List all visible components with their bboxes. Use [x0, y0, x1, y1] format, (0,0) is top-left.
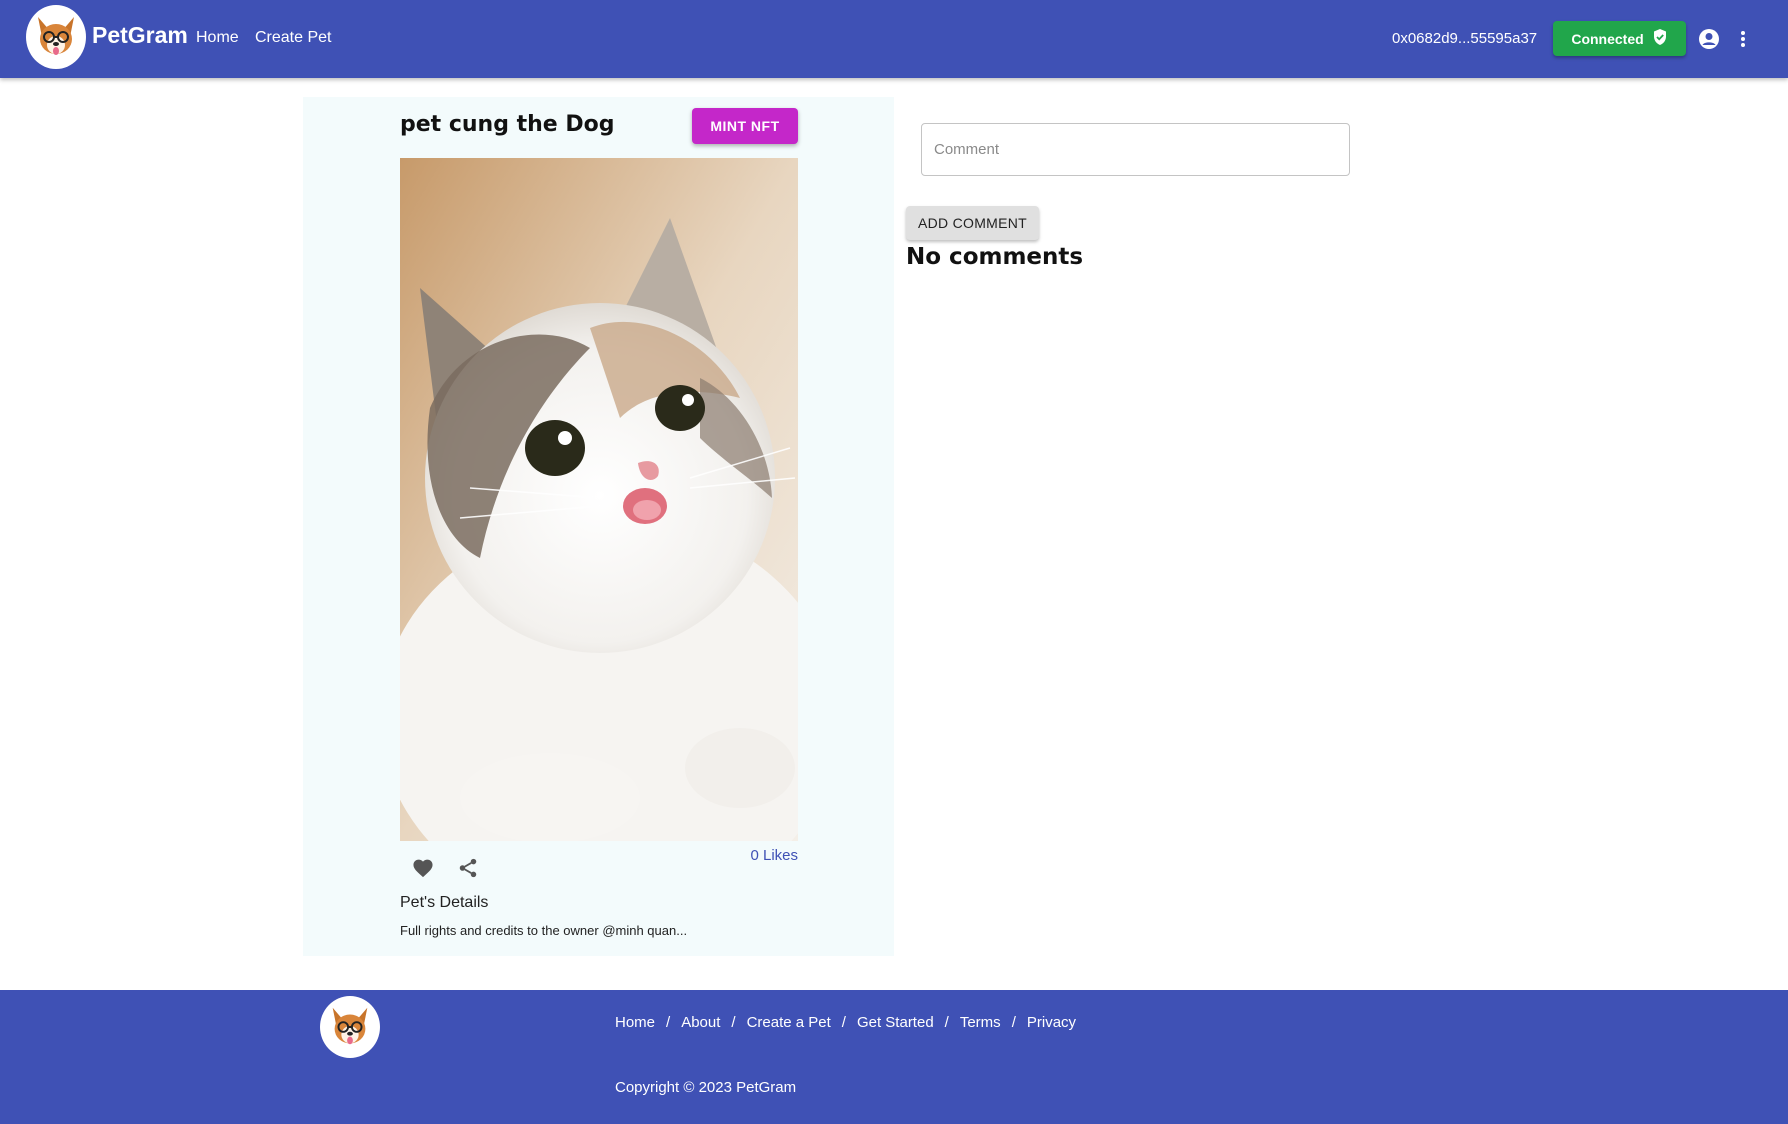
mint-nft-button[interactable]: MINT NFT: [692, 108, 798, 144]
footer-link-get-started[interactable]: Get Started: [857, 1014, 934, 1031]
share-icon[interactable]: [455, 856, 481, 880]
app-footer: [0, 990, 1788, 1124]
add-comment-button[interactable]: ADD COMMENT: [906, 206, 1039, 240]
more-vert-icon[interactable]: [1731, 26, 1755, 52]
footer-links: Home / About / Create a Pet / Get Starte…: [615, 1014, 1076, 1031]
pet-details-title: Pet's Details: [400, 894, 489, 911]
pet-details-text: Full rights and credits to the owner @mi…: [400, 923, 688, 938]
heart-icon[interactable]: [410, 856, 436, 880]
copyright-text: Copyright © 2023 PetGram: [615, 1079, 797, 1096]
app-header: PetGram Home Create Pet 0x0682d9...55595…: [0, 0, 1788, 78]
footer-separator: /: [944, 1014, 949, 1031]
footer-separator: /: [1011, 1014, 1016, 1031]
brand-name[interactable]: PetGram: [92, 22, 188, 49]
connected-button[interactable]: Connected: [1553, 21, 1686, 56]
wallet-address: 0x0682d9...55595a37: [1392, 30, 1538, 47]
footer-link-home[interactable]: Home: [615, 1014, 655, 1031]
footer-link-terms[interactable]: Terms: [960, 1014, 1001, 1031]
footer-petgram-logo-icon[interactable]: [320, 996, 380, 1058]
petgram-logo-icon[interactable]: [26, 5, 86, 69]
nav-create-pet[interactable]: Create Pet: [255, 29, 331, 47]
comment-input[interactable]: [921, 123, 1350, 176]
footer-separator: /: [731, 1014, 736, 1031]
footer-link-create-pet[interactable]: Create a Pet: [747, 1014, 831, 1031]
likes-count: 0 Likes: [750, 847, 798, 864]
connected-label: Connected: [1571, 30, 1644, 47]
footer-link-about[interactable]: About: [681, 1014, 720, 1031]
pet-image: [400, 158, 798, 841]
account-circle-icon[interactable]: [1697, 26, 1721, 52]
pet-title: pet cung the Dog: [400, 112, 615, 137]
footer-link-privacy[interactable]: Privacy: [1027, 1014, 1076, 1031]
shield-check-icon: [1652, 28, 1668, 49]
footer-separator: /: [666, 1014, 671, 1031]
footer-separator: /: [841, 1014, 846, 1031]
no-comments-text: No comments: [906, 244, 1084, 270]
nav-home[interactable]: Home: [196, 29, 239, 47]
